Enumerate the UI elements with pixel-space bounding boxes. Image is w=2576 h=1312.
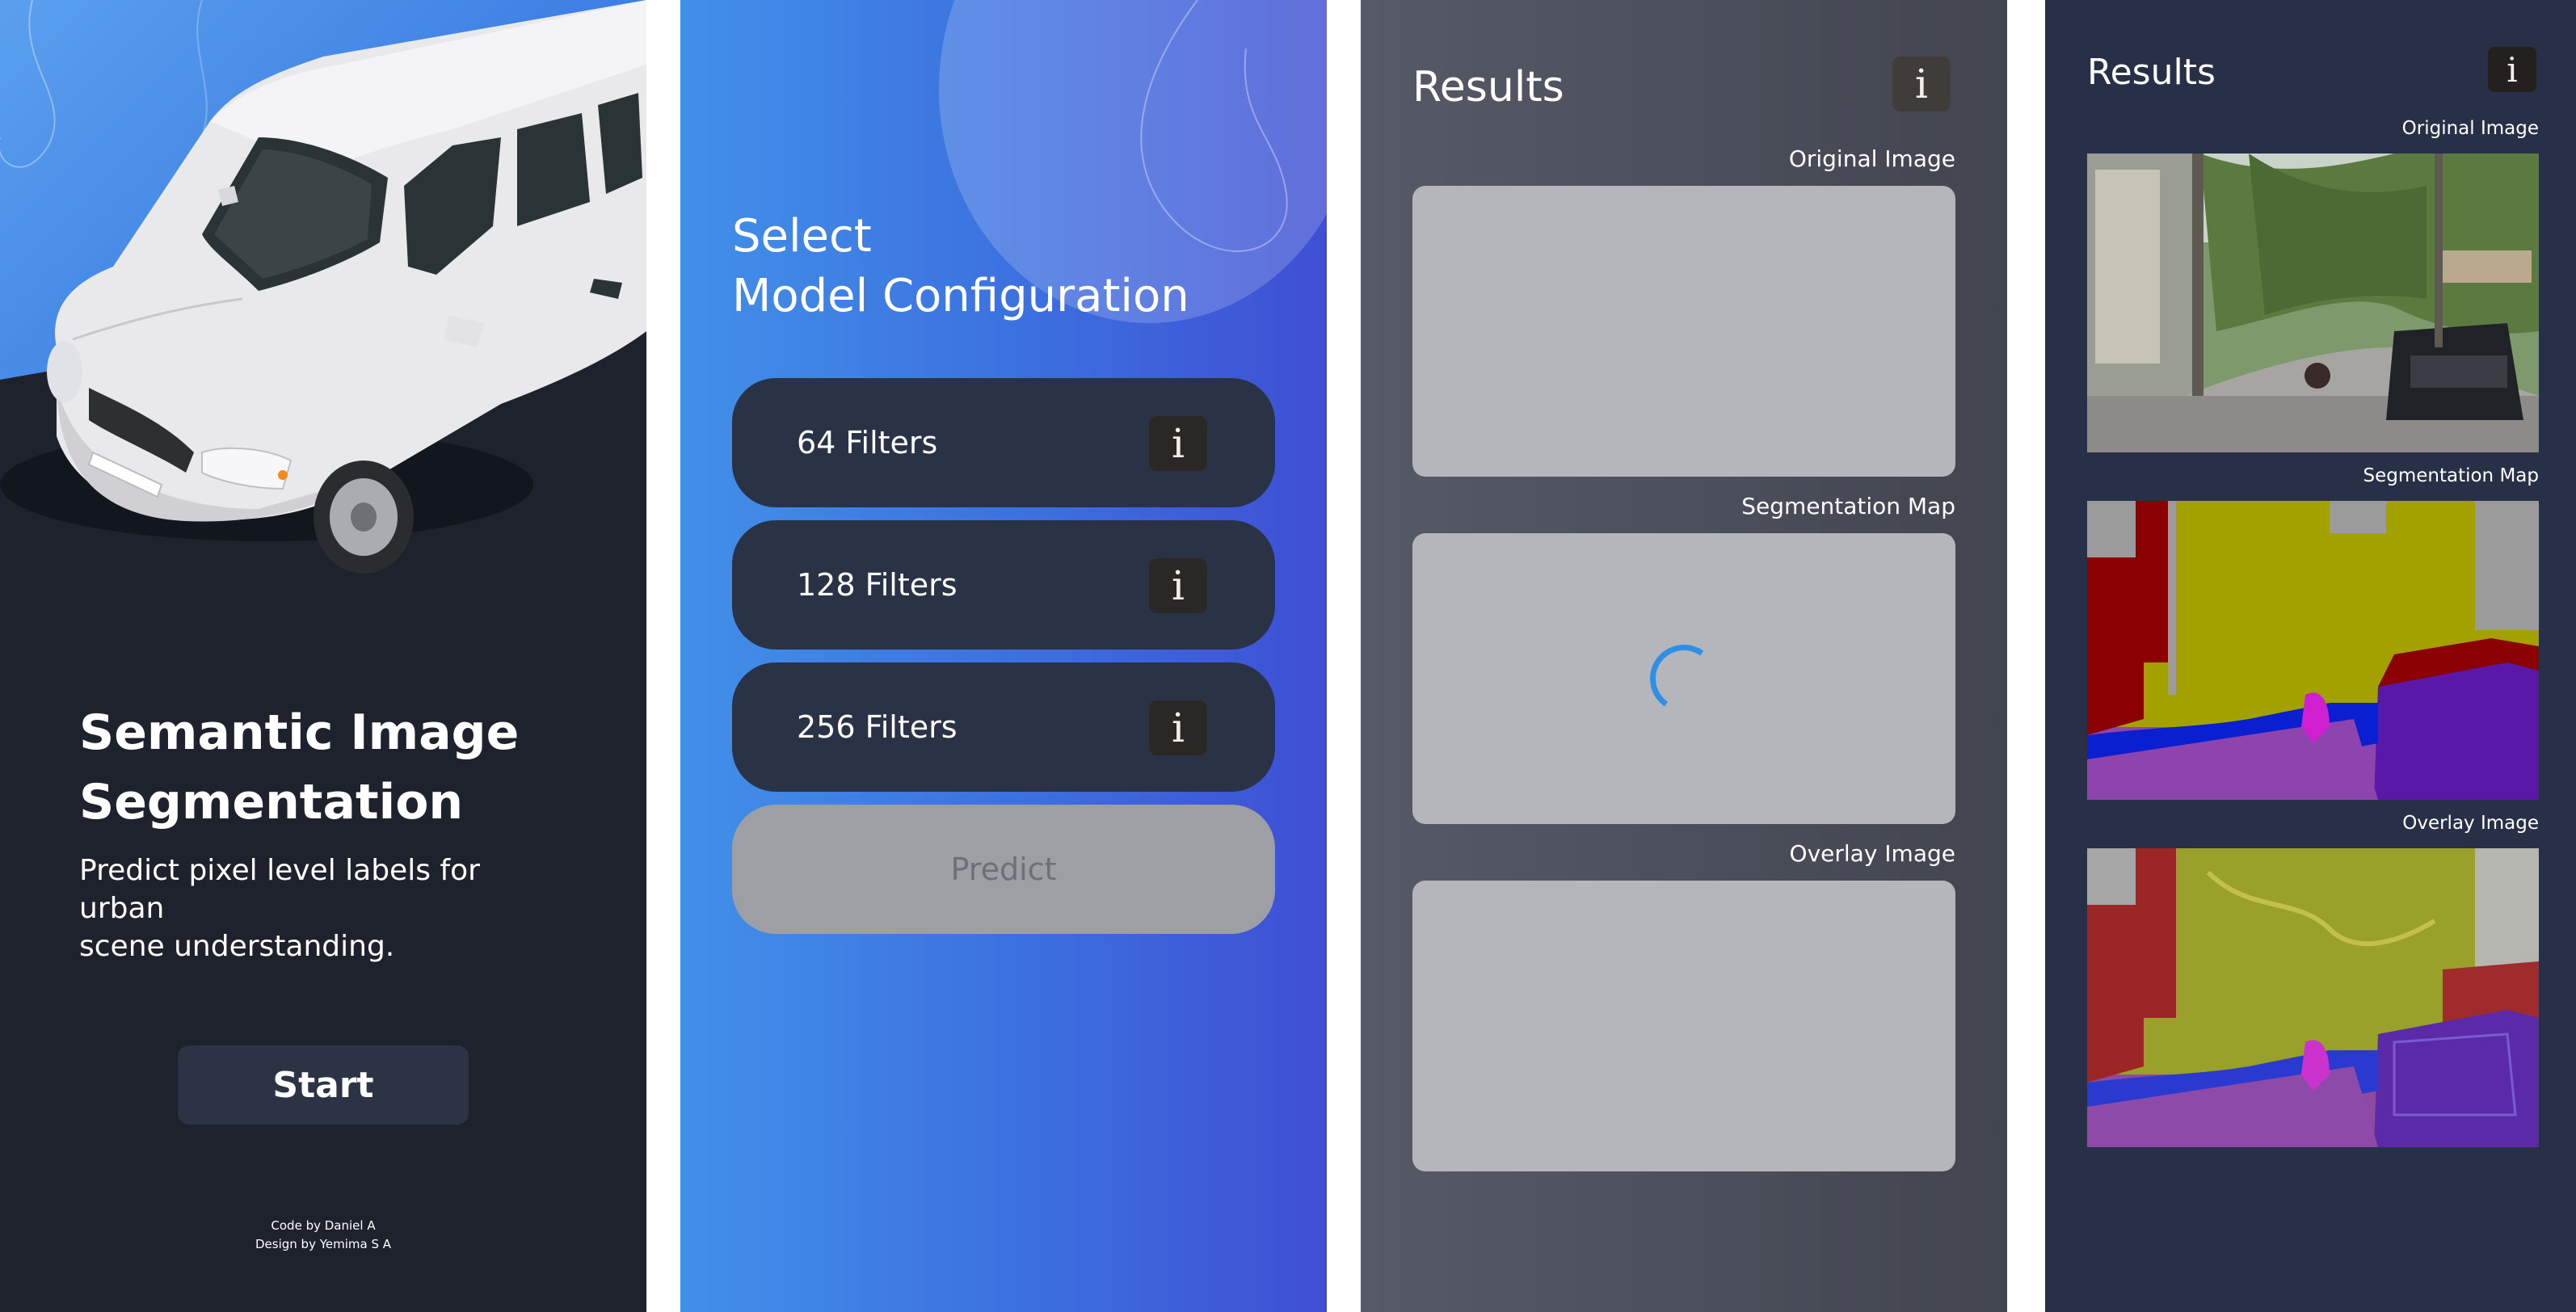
option-label: 128 Filters (797, 567, 958, 603)
caption-segmentation-map: Segmentation Map (1741, 493, 1955, 519)
app-title-line2: Segmentation (79, 774, 464, 831)
app-subtitle-line1: Predict pixel level labels for urban (79, 854, 480, 925)
results-title: Results (2087, 52, 2216, 93)
config-heading-line2: Model Configuration (732, 270, 1189, 322)
info-icon[interactable]: i (1149, 700, 1207, 755)
info-icon[interactable]: i (1892, 57, 1951, 111)
config-heading: Select Model Configuration (732, 207, 1189, 326)
option-256-filters[interactable]: 256 Filters i (732, 662, 1275, 792)
loading-spinner-icon (1644, 639, 1724, 718)
config-screen: Select Model Configuration 64 Filters i … (680, 0, 1327, 1312)
info-icon[interactable]: i (1149, 558, 1207, 613)
original-image (2087, 153, 2539, 452)
segmentation-map-image (2087, 501, 2539, 800)
option-label: 256 Filters (797, 709, 958, 745)
caption-overlay-image: Overlay Image (2402, 813, 2539, 834)
original-image-placeholder (1412, 186, 1955, 477)
app-title: Semantic Image Segmentation (79, 698, 596, 837)
option-64-filters[interactable]: 64 Filters i (732, 378, 1275, 507)
credits: Code by Daniel A Design by Yemima S A (162, 1217, 485, 1254)
welcome-screen: Semantic Image Segmentation Predict pixe… (0, 0, 646, 1312)
app-subtitle: Predict pixel level labels for urban sce… (79, 852, 564, 965)
option-label: 64 Filters (797, 425, 938, 460)
segmentation-map-placeholder (1412, 533, 1955, 824)
overlay-image (2087, 848, 2539, 1147)
car-illustration (0, 0, 646, 646)
config-heading-line1: Select (732, 210, 872, 263)
app-title-line1: Semantic Image (79, 704, 520, 761)
credit-design: Design by Yemima S A (255, 1237, 392, 1251)
option-128-filters[interactable]: 128 Filters i (732, 520, 1275, 650)
caption-segmentation-map: Segmentation Map (2363, 465, 2539, 486)
caption-original-image: Original Image (1788, 145, 1955, 172)
caption-overlay-image: Overlay Image (1789, 840, 1955, 867)
results-title: Results (1412, 63, 1564, 111)
caption-original-image: Original Image (2401, 118, 2539, 139)
predict-button[interactable]: Predict (732, 805, 1275, 934)
overlay-image-placeholder (1412, 881, 1955, 1171)
start-button[interactable]: Start (178, 1045, 469, 1125)
results-loading-screen: Results i Original Image Segmentation Ma… (1361, 0, 2007, 1312)
credit-code: Code by Daniel A (271, 1218, 376, 1233)
results-screen: Results i Original Image Segmentation Ma… (2045, 0, 2576, 1312)
info-icon[interactable]: i (1149, 416, 1207, 471)
info-icon[interactable]: i (2488, 47, 2536, 92)
app-subtitle-line2: scene understanding. (79, 930, 395, 963)
